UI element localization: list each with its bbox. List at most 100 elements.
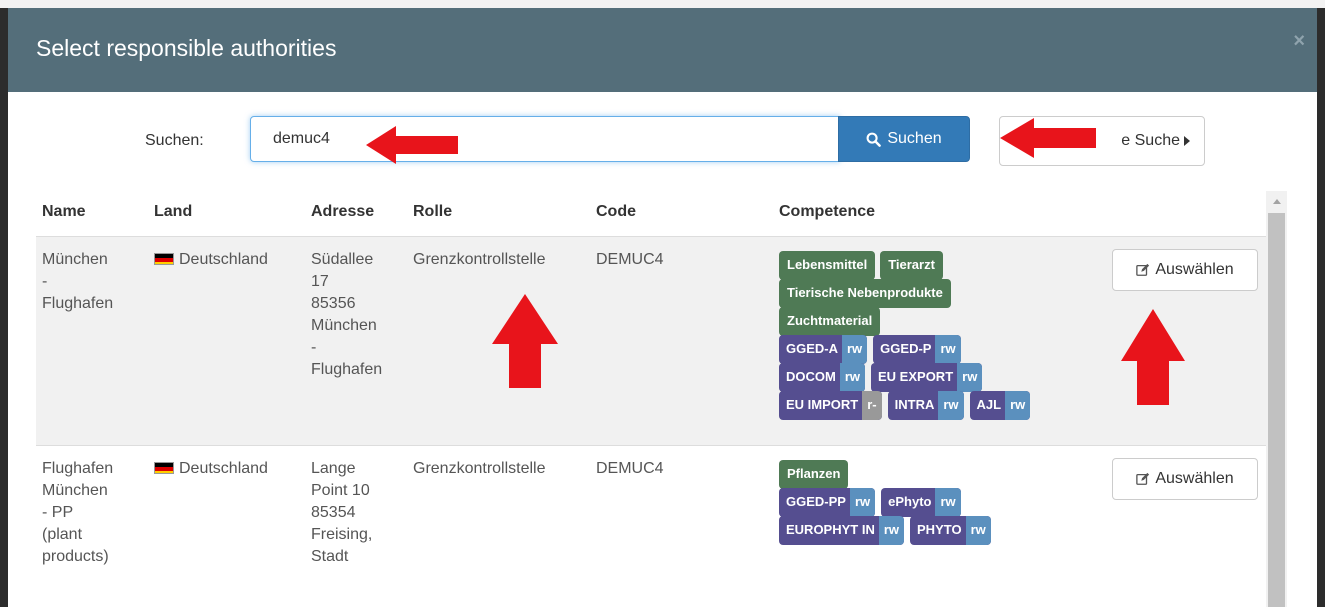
app-rights: rw [938, 391, 964, 420]
country-cell: Deutschland [154, 458, 304, 480]
edit-icon [1136, 472, 1150, 485]
advanced-search-label: e Suche [1121, 132, 1180, 149]
app-rights: rw [842, 335, 868, 364]
table-header: Name Land Adresse Rolle Code Competence [36, 191, 1274, 235]
select-authority-button[interactable]: Auswählen [1112, 458, 1258, 500]
table-row: München - Flughafen Deutschland Südallee… [36, 236, 1274, 445]
app-rights: rw [935, 335, 961, 364]
address-line: Point 10 [311, 482, 370, 499]
authority-name: München - Flughafen [42, 249, 142, 315]
application-badge: EU IMPORT r- [779, 391, 882, 420]
application-badge: EU EXPORT rw [871, 363, 983, 392]
app-name: DOCOM [786, 369, 836, 384]
column-header-land: Land [154, 203, 193, 220]
app-rights: rw [965, 516, 991, 545]
select-cell: Auswählen [1112, 458, 1258, 500]
country-cell: Deutschland [154, 249, 304, 271]
name-line: München [42, 482, 108, 499]
address-line: München [311, 317, 377, 334]
column-header-code: Code [596, 203, 636, 220]
app-name: GGED-P [880, 341, 932, 356]
code-cell: DEMUC4 [596, 460, 664, 477]
authority-name: Flughafen München - PP (plant products) [42, 458, 142, 568]
application-badge: INTRA rw [887, 391, 964, 420]
modal-header: Select responsible authorities × [8, 8, 1317, 92]
select-cell: Auswählen [1112, 249, 1258, 291]
name-line: Flughafen [42, 460, 114, 477]
select-authority-button[interactable]: Auswählen [1112, 249, 1258, 291]
role-cell: Grenzkontrollstelle [413, 251, 546, 268]
modal-title: Select responsible authorities [36, 35, 337, 61]
competence-badge: Pflanzen [779, 460, 849, 489]
app-name: AJL [976, 397, 1002, 412]
application-badge: AJL rw [969, 391, 1031, 420]
app-rights: rw [957, 363, 983, 392]
table-row: Flughafen München - PP (plant products) … [36, 445, 1274, 607]
app-name: PHYTO [917, 522, 962, 537]
address-line: Südallee [311, 251, 374, 268]
column-header-competence: Competence [779, 203, 876, 220]
column-header-name: Name [42, 203, 86, 220]
application-badge: GGED-PP rw [779, 488, 876, 517]
app-rights: rw [839, 363, 866, 392]
competence-cell: Lebensmittel Tierarzt Tierische Nebenprod… [779, 251, 1079, 420]
competence-badge: Tierarzt [880, 251, 943, 280]
scroll-up-arrow-icon[interactable] [1266, 191, 1287, 211]
annotation-arrow-up-icon [492, 294, 558, 388]
name-line: - [42, 273, 48, 290]
competence-badge: Tierische Nebenprodukte [779, 279, 951, 308]
app-name: INTRA [894, 397, 935, 412]
application-badge: GGED-P rw [873, 335, 961, 364]
backdrop-right [1317, 8, 1325, 607]
name-line: products) [42, 548, 109, 565]
app-rights: rw [1005, 391, 1031, 420]
results-scrollbar[interactable] [1266, 191, 1287, 607]
app-rights: rw [849, 488, 876, 517]
country-name: Deutschland [179, 251, 268, 268]
edit-icon [1136, 263, 1150, 276]
backdrop-left [0, 8, 8, 607]
app-name: GGED-A [786, 341, 838, 356]
caret-right-icon [1184, 135, 1190, 146]
results-table: Name Land Adresse Rolle Code Competence … [36, 191, 1274, 607]
search-input[interactable] [250, 116, 840, 162]
address-line: 85354 [311, 504, 356, 521]
search-button[interactable]: Suchen [838, 116, 970, 162]
address-line: 85356 [311, 295, 356, 312]
code-cell: DEMUC4 [596, 251, 664, 268]
application-badge: DOCOM rw [779, 363, 866, 392]
search-button-label: Suchen [887, 130, 942, 147]
name-line: (plant [42, 526, 83, 543]
address-line: Flughafen [311, 361, 383, 378]
address-line: Freising, [311, 526, 373, 543]
search-icon [866, 132, 882, 147]
application-badge: GGED-A rw [779, 335, 868, 364]
app-name: GGED-PP [786, 494, 846, 509]
competence-badge: Zuchtmaterial [779, 307, 881, 336]
name-line: - PP [42, 504, 74, 521]
scrollbar-thumb[interactable] [1268, 213, 1285, 607]
name-line: München [42, 251, 108, 268]
app-rights: rw [878, 516, 905, 545]
address-cell: Südallee 17 85356 München - Flughafen [311, 249, 406, 381]
annotation-arrow-left-icon [1000, 118, 1096, 158]
competence-badge: Lebensmittel [779, 251, 876, 280]
close-icon[interactable]: × [1293, 30, 1305, 53]
application-badge: ePhyto rw [881, 488, 961, 517]
application-badge: PHYTO rw [910, 516, 991, 545]
app-name: EUROPHYT IN [786, 522, 875, 537]
app-name: EU IMPORT [786, 397, 859, 412]
address-line: Stadt [311, 548, 349, 565]
address-line: 17 [311, 273, 329, 290]
address-line: Lange [311, 460, 356, 477]
app-rights: r- [862, 391, 882, 420]
app-name: EU EXPORT [878, 369, 954, 384]
column-header-address: Adresse [311, 203, 375, 220]
search-label: Suchen: [145, 132, 204, 149]
authority-select-modal: Select responsible authorities × Suchen:… [8, 8, 1317, 607]
germany-flag-icon [154, 253, 174, 265]
app-name: ePhyto [888, 494, 932, 509]
competence-cell: Pflanzen GGED-PP rw ePhyto rw EUROPHYT IN rw… [779, 460, 1079, 545]
column-header-role: Rolle [413, 203, 453, 220]
role-cell: Grenzkontrollstelle [413, 460, 546, 477]
